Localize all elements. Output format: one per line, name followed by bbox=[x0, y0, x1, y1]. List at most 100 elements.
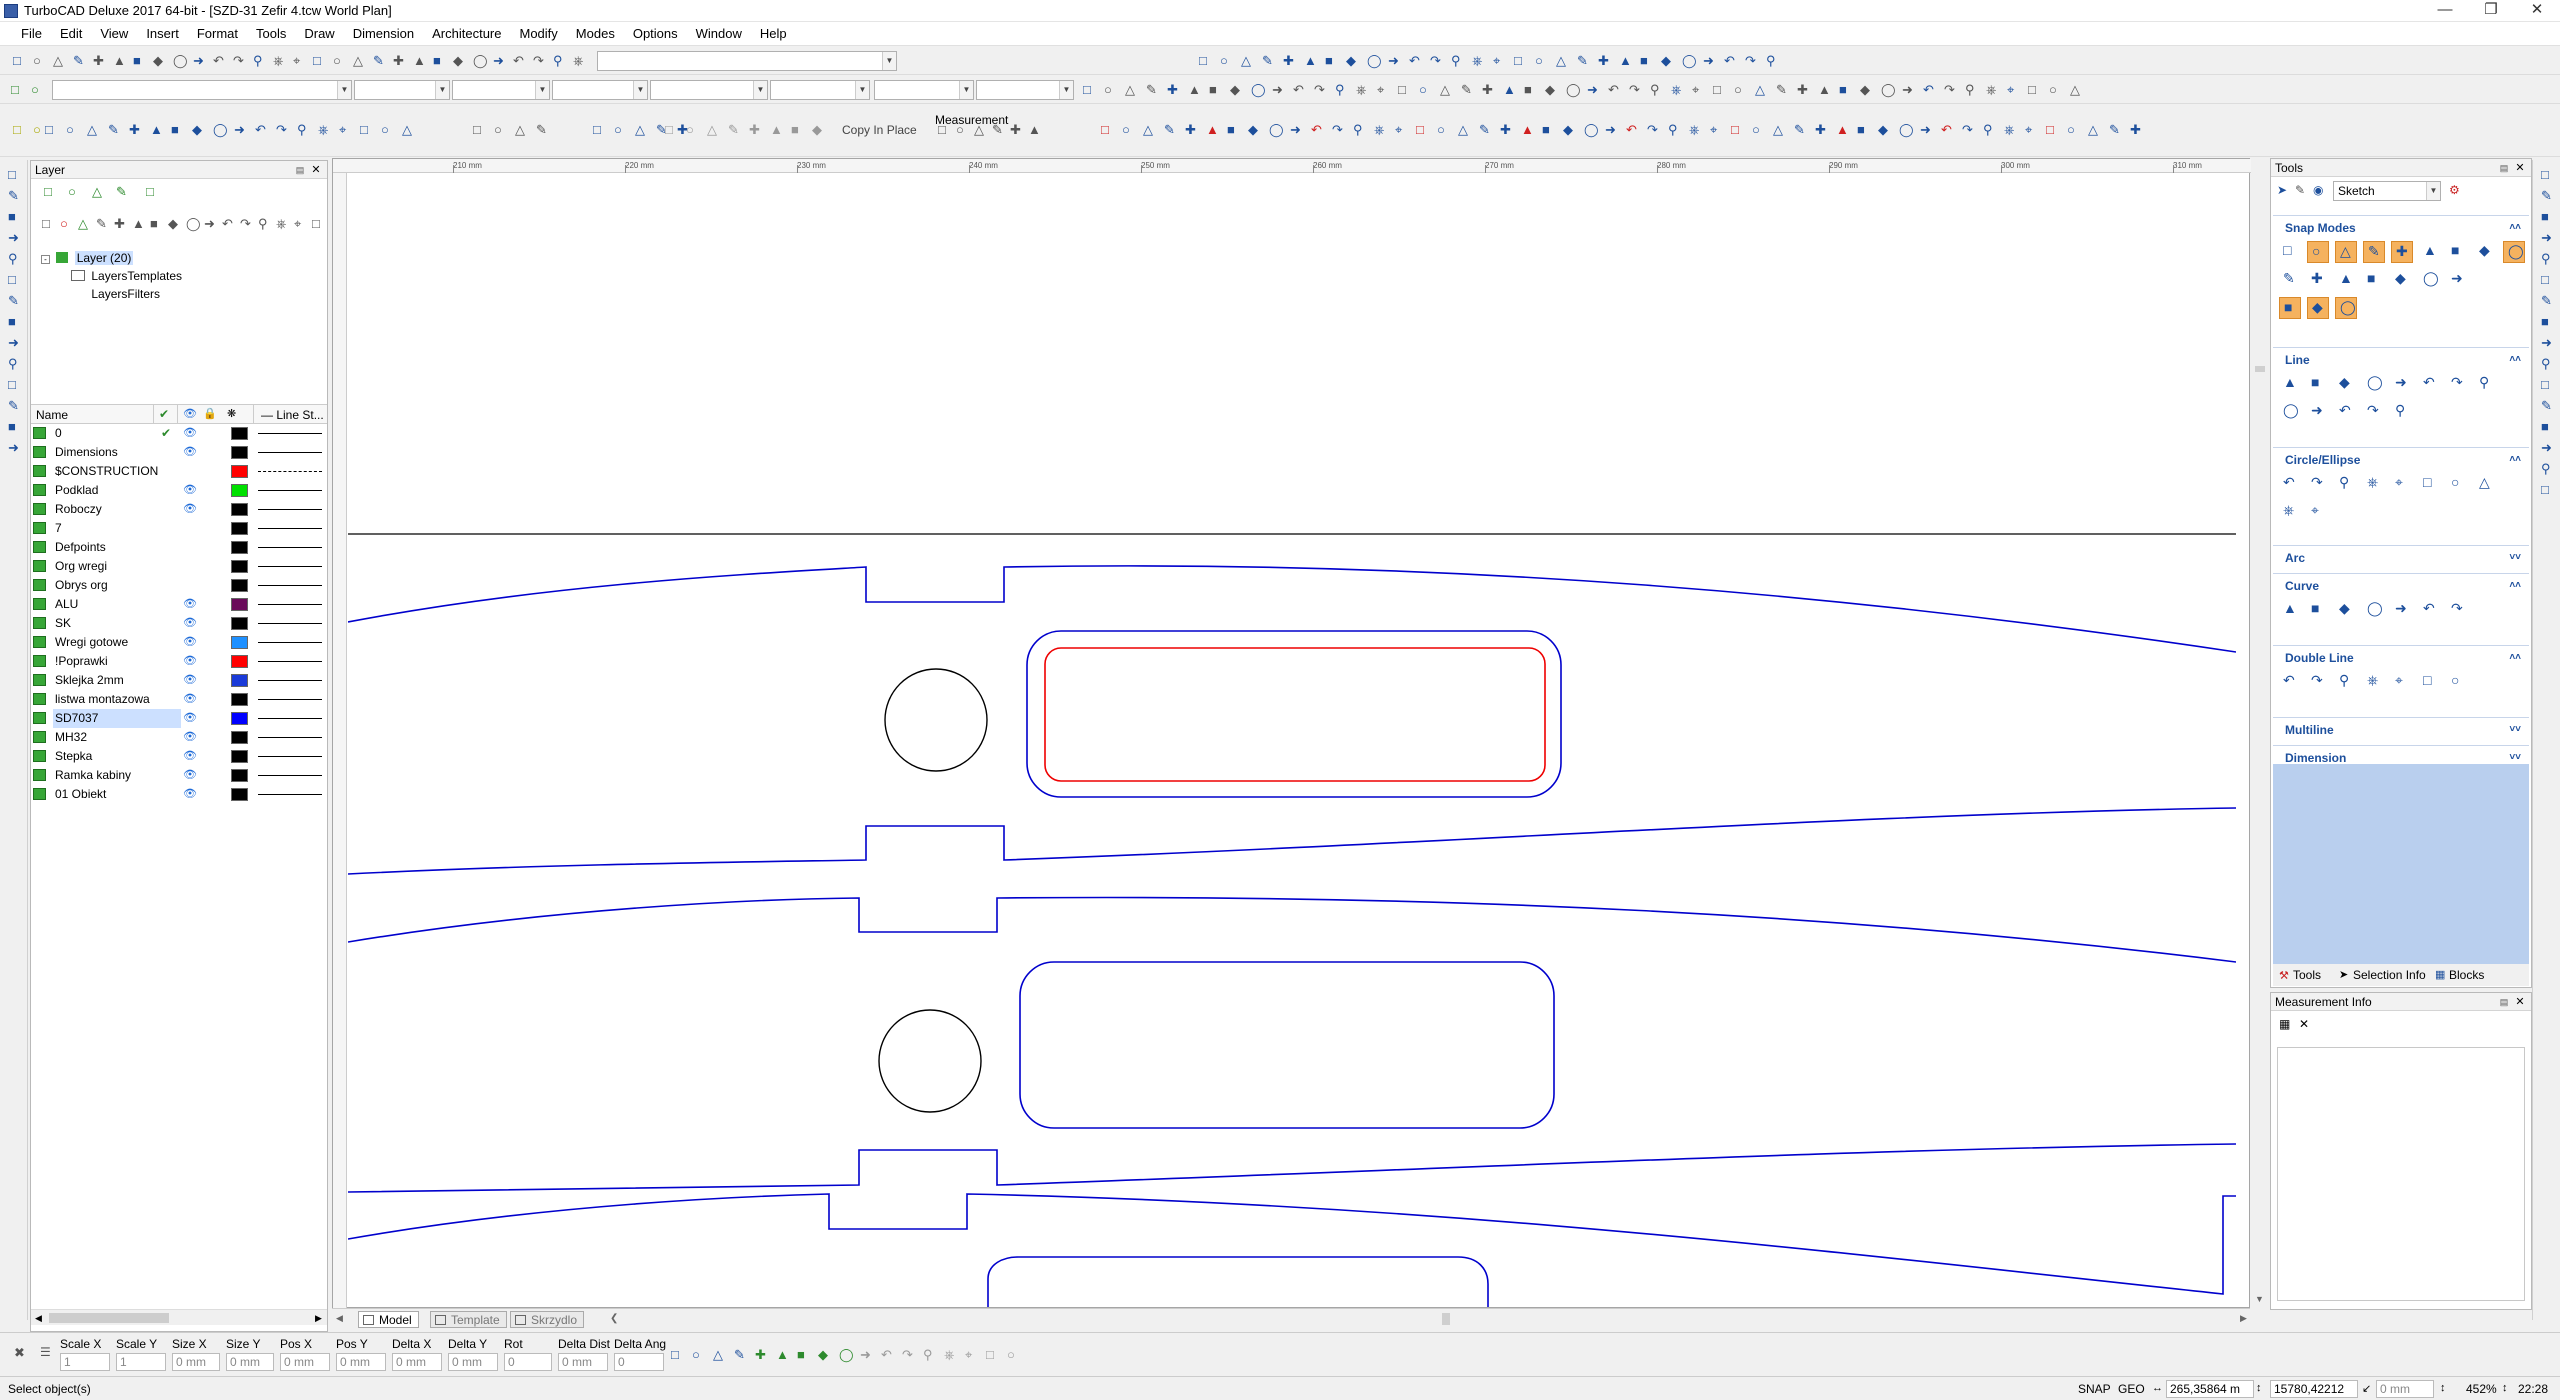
menu-modes[interactable]: Modes bbox=[567, 22, 624, 46]
std-ring-icon[interactable]: ◯ bbox=[170, 52, 188, 70]
draw-square-icon[interactable]: ■ bbox=[1637, 52, 1655, 70]
layer-row[interactable]: MH32 👁 bbox=[31, 728, 327, 747]
layer-color-swatch[interactable] bbox=[231, 503, 248, 516]
inspector-triangle-icon[interactable]: △ bbox=[710, 1346, 728, 1364]
std-triangle-icon[interactable]: △ bbox=[50, 52, 68, 70]
visible-eye-icon[interactable]: 👁 bbox=[181, 747, 199, 766]
tool-circle-icon[interactable]: ○ bbox=[2447, 473, 2469, 495]
std-undo-icon[interactable]: ↶ bbox=[510, 52, 528, 70]
column-line-style[interactable]: — Line St... bbox=[261, 408, 324, 422]
layer-name[interactable]: SD7037 bbox=[53, 709, 181, 728]
section-curve[interactable]: Curve ˄˄ bbox=[2273, 573, 2529, 597]
input-box[interactable]: 0 mm bbox=[448, 1353, 498, 1371]
inspector-pointer-icon[interactable]: ➜ bbox=[857, 1346, 875, 1364]
std-circle-icon[interactable]: ○ bbox=[30, 52, 48, 70]
snap-tool-icon[interactable]: ⎈ bbox=[1668, 81, 1686, 99]
tool-diamond-icon[interactable]: ◆ bbox=[2391, 269, 2413, 291]
close-panel-button[interactable]: ✕ bbox=[2513, 995, 2527, 1009]
view-circle-icon[interactable]: ○ bbox=[491, 121, 509, 139]
tool-ring-icon[interactable]: ◯ bbox=[2363, 373, 2385, 395]
layer-line-style[interactable] bbox=[258, 509, 322, 510]
layer-row[interactable]: Obrys org bbox=[31, 576, 327, 595]
rib3-top-edge[interactable] bbox=[348, 1193, 2236, 1295]
rib2-top-edge[interactable] bbox=[348, 896, 2236, 963]
layer-action-cross-icon[interactable]: ✚ bbox=[111, 215, 129, 233]
scroll-thumb[interactable] bbox=[49, 1313, 169, 1323]
current-layer-icon[interactable]: ✔ bbox=[157, 424, 175, 443]
snap-triangle-icon[interactable]: △ bbox=[1122, 81, 1140, 99]
layer-action-diamond-icon[interactable]: ◆ bbox=[165, 215, 183, 233]
modify-arrow-icon[interactable]: ▲ bbox=[1203, 121, 1221, 139]
column-name[interactable]: Name bbox=[36, 408, 68, 422]
tool-snap-icon[interactable]: ⚲ bbox=[2335, 671, 2357, 693]
layer-tool-rect-icon[interactable]: □ bbox=[41, 183, 59, 201]
clear-measure-icon[interactable]: ✕ bbox=[2299, 1017, 2309, 1031]
snap-triangle-icon[interactable]: △ bbox=[2067, 81, 2085, 99]
layer-line-style[interactable] bbox=[258, 661, 322, 662]
modify-redo-icon[interactable]: ↷ bbox=[1329, 121, 1347, 139]
snap-ring-icon[interactable]: ◯ bbox=[1563, 81, 1581, 99]
layer-action-square-icon[interactable]: ■ bbox=[147, 215, 165, 233]
rib-bottom-edge[interactable] bbox=[348, 807, 2236, 875]
layer-tool-triangle-icon[interactable]: △ bbox=[89, 183, 107, 201]
left-palette-square-icon[interactable]: ■ bbox=[5, 313, 23, 331]
section-multiline[interactable]: Multiline ˅˅ bbox=[2273, 717, 2529, 741]
rib-cutout[interactable] bbox=[1026, 630, 1562, 798]
modify-pointer-icon[interactable]: ➜ bbox=[1602, 121, 1620, 139]
inspector-diamond-icon[interactable]: ◆ bbox=[815, 1346, 833, 1364]
layer-name[interactable]: ALU bbox=[53, 595, 181, 614]
left-palette-pointer-icon[interactable]: ➜ bbox=[5, 439, 23, 457]
menu-format[interactable]: Format bbox=[188, 22, 247, 46]
layer-tree-root[interactable]: - Layer (20) bbox=[41, 249, 134, 267]
layer-color-swatch[interactable] bbox=[231, 750, 248, 763]
modify-tool-icon[interactable]: ⎈ bbox=[1686, 121, 1704, 139]
std-tool-icon[interactable]: ⎈ bbox=[270, 52, 288, 70]
modify-diamond-icon[interactable]: ◆ bbox=[1245, 121, 1263, 139]
snap-triangle-icon[interactable]: △ bbox=[1437, 81, 1455, 99]
modify-rect-icon[interactable]: □ bbox=[1098, 121, 1116, 139]
inspector-undo-icon[interactable]: ↶ bbox=[878, 1346, 896, 1364]
std-diamond-icon[interactable]: ◆ bbox=[450, 52, 468, 70]
right-palette-snap-icon[interactable]: ⚲ bbox=[2538, 250, 2556, 268]
layer-line-style[interactable] bbox=[258, 566, 322, 567]
layer-row[interactable]: SD7037 👁 bbox=[31, 709, 327, 728]
left-palette-pointer-icon[interactable]: ➜ bbox=[5, 334, 23, 352]
left-palette-rect-icon[interactable]: □ bbox=[5, 271, 23, 289]
right-palette-rect-icon[interactable]: □ bbox=[2538, 271, 2556, 289]
menu-options[interactable]: Options bbox=[624, 22, 687, 46]
h-scroll-right-icon[interactable]: ▶ bbox=[2240, 1313, 2247, 1324]
snap-circle-icon[interactable]: ○ bbox=[1416, 81, 1434, 99]
layer-color-swatch[interactable] bbox=[231, 579, 248, 592]
layer-action-ring-icon[interactable]: ◯ bbox=[183, 215, 201, 233]
layer-color-swatch[interactable] bbox=[231, 731, 248, 744]
layer-action-rect-icon[interactable]: □ bbox=[39, 215, 57, 233]
layer-color-swatch[interactable] bbox=[231, 522, 248, 535]
modify-undo-icon[interactable]: ↶ bbox=[1938, 121, 1956, 139]
modify-pencil-icon[interactable]: ✎ bbox=[2106, 121, 2124, 139]
tool-snap-icon[interactable]: ⚲ bbox=[2475, 373, 2497, 395]
draw-target-icon[interactable]: ⌖ bbox=[1490, 52, 1508, 70]
layer-name[interactable]: 7 bbox=[53, 519, 181, 538]
snap-pointer-icon[interactable]: ➜ bbox=[1269, 81, 1287, 99]
copy-triangle-icon[interactable]: △ bbox=[704, 121, 722, 139]
layer-line-style[interactable] bbox=[258, 642, 322, 643]
tool-undo-icon[interactable]: ↶ bbox=[2279, 671, 2301, 693]
copy-pencil-icon[interactable]: ✎ bbox=[725, 121, 743, 139]
layer-row[interactable]: Org wregi bbox=[31, 557, 327, 576]
fill-combo[interactable]: ▼ bbox=[976, 80, 1074, 100]
layer-action-snap-icon[interactable]: ⚲ bbox=[255, 215, 273, 233]
snap-circle-icon[interactable]: ○ bbox=[1101, 81, 1119, 99]
tool-square-icon[interactable]: ■ bbox=[2363, 269, 2385, 291]
snap-pencil-icon[interactable]: ✎ bbox=[1773, 81, 1791, 99]
tool-tool-icon[interactable]: ⎈ bbox=[2363, 671, 2385, 693]
prop-circle-icon[interactable]: ○ bbox=[28, 81, 46, 99]
modify-ring-icon[interactable]: ◯ bbox=[1266, 121, 1284, 139]
copy-rect-icon[interactable]: □ bbox=[662, 121, 680, 139]
std-tool-icon[interactable]: ⎈ bbox=[570, 52, 588, 70]
layer-row[interactable]: SK 👁 bbox=[31, 614, 327, 633]
right-palette-rect-icon[interactable]: □ bbox=[2538, 166, 2556, 184]
right-palette-snap-icon[interactable]: ⚲ bbox=[2538, 355, 2556, 373]
std-arrow-icon[interactable]: ▲ bbox=[110, 52, 128, 70]
color-combo[interactable]: ▼ bbox=[354, 80, 450, 100]
std-rect-icon[interactable]: □ bbox=[10, 52, 28, 70]
